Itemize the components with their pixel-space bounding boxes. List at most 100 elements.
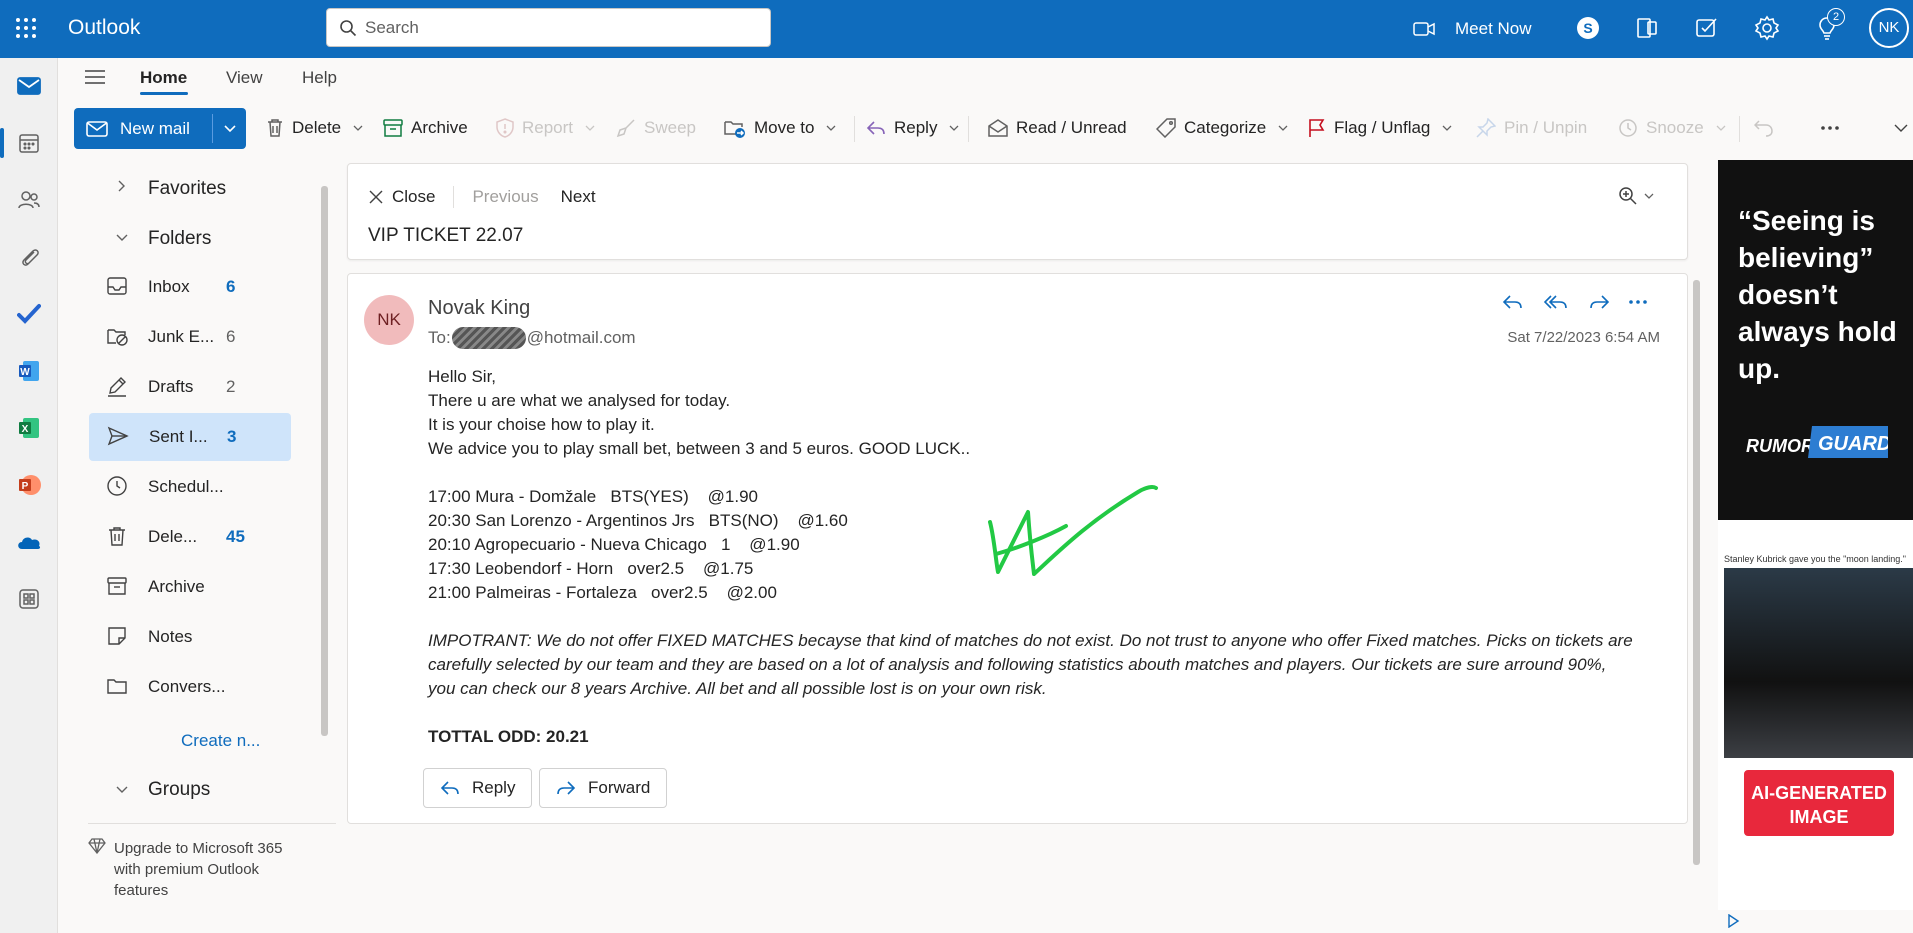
ellipsis-icon <box>1821 126 1839 130</box>
pin-label: Pin / Unpin <box>1504 118 1588 137</box>
folder-scheduled[interactable]: Schedul... <box>88 463 290 511</box>
chevron-down-icon <box>949 125 959 131</box>
app-title[interactable]: Outlook <box>68 16 140 40</box>
ribbon-collapse-button[interactable] <box>1894 114 1908 142</box>
move-to-button[interactable]: Move to <box>724 114 836 142</box>
people-icon[interactable] <box>15 186 43 214</box>
calendar-icon[interactable] <box>15 129 43 157</box>
next-button[interactable]: Next <box>561 187 596 207</box>
tab-view[interactable]: View <box>226 68 263 88</box>
folder-conversation-history[interactable]: Convers... <box>88 663 290 711</box>
chevron-down-icon <box>224 124 236 132</box>
undo-button[interactable] <box>1754 114 1774 142</box>
more-actions-icon[interactable] <box>1629 292 1647 312</box>
forward-button[interactable]: Forward <box>539 768 668 808</box>
zoom-button[interactable] <box>1618 186 1654 206</box>
folder-count: 2 <box>226 377 236 396</box>
folder-sent-items[interactable]: Sent I... 3 <box>89 413 291 461</box>
close-label: Close <box>392 187 436 206</box>
more-options-button[interactable] <box>1821 114 1839 142</box>
green-checkmark-scribble <box>988 485 1158 576</box>
excel-icon[interactable]: X <box>15 414 43 442</box>
onedrive-icon[interactable] <box>15 528 43 556</box>
folder-deleted[interactable]: Dele... 45 <box>88 513 290 561</box>
account-avatar[interactable]: NK <box>1869 8 1909 48</box>
reply-button[interactable]: Reply <box>423 768 533 808</box>
clock-icon <box>106 475 130 499</box>
forward-icon[interactable] <box>1587 292 1611 312</box>
folder-archive[interactable]: Archive <box>88 563 290 611</box>
trash-icon <box>106 525 130 549</box>
folder-count: 3 <box>227 427 237 446</box>
reply-label: Reply <box>472 778 516 797</box>
create-new-folder-link[interactable]: Create n... <box>181 731 260 751</box>
mail-icon[interactable] <box>15 72 43 100</box>
folder-label: Sent I... <box>149 427 208 446</box>
more-apps-icon[interactable] <box>15 585 43 613</box>
tab-home[interactable]: Home <box>140 68 187 88</box>
todo-icon[interactable] <box>15 300 43 328</box>
svg-text:P: P <box>22 481 29 492</box>
delete-button[interactable]: Delete <box>266 114 363 142</box>
adchoices-icon[interactable] <box>1726 914 1740 928</box>
folder-label: Dele... <box>148 527 198 546</box>
groups-heading[interactable]: Groups <box>148 779 210 801</box>
reply-button[interactable]: Reply <box>866 114 959 142</box>
meet-now-button[interactable]: Meet Now <box>1413 14 1532 44</box>
read-unread-button[interactable]: Read / Unread <box>988 114 1127 142</box>
sweep-button[interactable]: Sweep <box>616 114 696 142</box>
gear-icon[interactable] <box>1754 15 1782 43</box>
recipient-domain[interactable]: @hotmail.com <box>527 328 636 348</box>
folder-notes[interactable]: Notes <box>88 613 290 661</box>
tab-help[interactable]: Help <box>302 68 337 88</box>
folder-label: Convers... <box>148 677 226 696</box>
inbox-icon <box>106 275 130 299</box>
body-line: There u are what we analysed for today. <box>428 391 731 410</box>
search-input[interactable] <box>365 9 760 46</box>
chevron-down-icon[interactable] <box>116 786 128 794</box>
folder-inbox[interactable]: Inbox 6 <box>88 263 290 311</box>
top-bar: Outlook Meet Now S 2 NK <box>0 0 1913 58</box>
folder-junk[interactable]: Junk E... 6 <box>88 313 290 361</box>
new-mail-dropdown[interactable] <box>214 108 246 149</box>
previous-button[interactable]: Previous <box>472 187 538 207</box>
hamburger-menu-icon[interactable] <box>84 68 106 86</box>
folder-drafts[interactable]: Drafts 2 <box>88 363 290 411</box>
new-mail-main[interactable]: New mail <box>74 108 212 149</box>
archive-box-icon <box>383 119 403 137</box>
categorize-button[interactable]: Categorize <box>1156 114 1288 142</box>
toolbar-divider <box>854 116 855 142</box>
snooze-button[interactable]: Snooze <box>1618 114 1726 142</box>
reply-all-icon[interactable] <box>1543 292 1569 312</box>
archive-button[interactable]: Archive <box>383 114 468 142</box>
new-mail-button[interactable]: New mail <box>74 108 246 149</box>
chevron-down-icon <box>1442 125 1452 131</box>
folders-heading[interactable]: Folders <box>148 228 211 250</box>
upgrade-banner[interactable]: Upgrade to Microsoft 365 with premium Ou… <box>88 838 318 933</box>
reply-icon[interactable] <box>1501 292 1525 312</box>
disclaimer-text: IMPOTRANT: We do not offer FIXED MATCHES… <box>428 631 1633 698</box>
paperclip-icon[interactable] <box>15 243 43 271</box>
reading-pane-scrollbar[interactable] <box>1693 280 1700 865</box>
office-icon[interactable] <box>1634 15 1662 43</box>
chevron-right-icon[interactable] <box>118 180 126 192</box>
pin-unpin-button[interactable]: Pin / Unpin <box>1476 114 1587 142</box>
powerpoint-icon[interactable]: P <box>15 471 43 499</box>
to-prefix: To: <box>428 328 451 347</box>
close-button[interactable]: Close <box>368 187 435 207</box>
chevron-down-icon[interactable] <box>116 234 128 242</box>
report-button[interactable]: Report <box>496 114 595 142</box>
search-box[interactable] <box>326 8 771 47</box>
skype-icon[interactable]: S <box>1575 15 1603 43</box>
flag-unflag-button[interactable]: Flag / Unflag <box>1308 114 1452 142</box>
word-icon[interactable]: W <box>15 357 43 385</box>
folder-move-icon <box>724 118 746 138</box>
app-launcher-icon[interactable] <box>14 16 40 42</box>
my-day-icon[interactable] <box>1694 15 1722 43</box>
sender-name[interactable]: Novak King <box>428 297 530 320</box>
ad-tweet-text: Stanley Kubrick gave you the "moon landi… <box>1724 554 1906 564</box>
favorites-heading[interactable]: Favorites <box>148 178 226 200</box>
advertisement[interactable]: “Seeing is believing” doesn’t always hol… <box>1718 160 1913 910</box>
sender-avatar[interactable]: NK <box>364 295 414 345</box>
folder-pane-scrollbar[interactable] <box>321 186 328 736</box>
